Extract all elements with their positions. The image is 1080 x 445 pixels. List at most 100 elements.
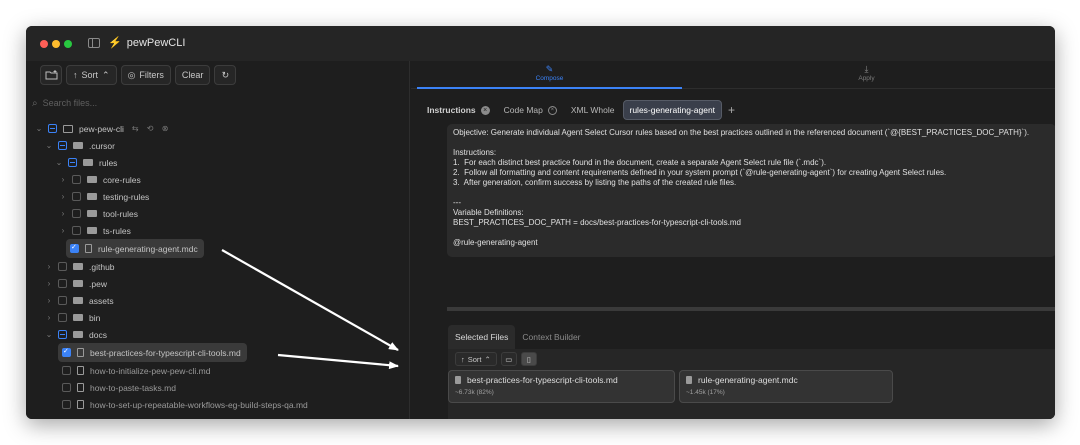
search-placeholder[interactable]: Search files... (43, 98, 98, 108)
title-bar: ⚡ pewPewCLI (26, 26, 1055, 61)
tree-item-cursor[interactable]: ⌄ .cursor (44, 137, 115, 154)
clear-button[interactable]: Clear (174, 65, 211, 85)
folder-icon (87, 176, 97, 183)
chevron-right-icon: › (61, 192, 65, 201)
folder-icon (83, 159, 93, 166)
window-title: pewPewCLI (126, 36, 186, 49)
tab-instructions[interactable]: Instructions × (421, 100, 496, 120)
editor-line: --- (453, 198, 461, 207)
tree-checkbox[interactable] (72, 175, 81, 184)
tree-checkbox[interactable] (72, 226, 81, 235)
selected-files-label: Selected Files (455, 332, 509, 342)
tree-checkbox[interactable] (48, 124, 57, 133)
folder-plus-icon (45, 70, 57, 80)
tree-item-best-practices[interactable]: best-practices-for-typescript-cli-tools.… (58, 343, 247, 362)
arrow-up-icon: ↑ (73, 70, 78, 80)
tree-checkbox[interactable] (58, 262, 67, 271)
sort-button[interactable]: ↑ Sort ⌃ (66, 65, 117, 85)
folder-icon (73, 297, 83, 304)
tree-item-how-to-initialize[interactable]: how-to-initialize-pew-pew-cli.md (58, 362, 210, 379)
selected-sort-label: Sort (467, 354, 482, 364)
close-window-button[interactable] (40, 40, 48, 48)
tree-checkbox[interactable] (62, 366, 71, 375)
tab-selected-files[interactable]: Selected Files (448, 325, 516, 349)
tree-checkbox[interactable] (58, 141, 67, 150)
compose-icon: ✎ (545, 64, 554, 74)
tree-item-rules[interactable]: ⌄ rules (54, 154, 118, 171)
chevron-down-icon: ⌄ (35, 124, 43, 133)
context-builder-label: Context Builder (522, 332, 581, 342)
editor-line: 1. For each distinct best practice found… (453, 158, 827, 167)
tree-checkbox[interactable] (62, 383, 71, 392)
close-circle-icon[interactable]: × (547, 105, 557, 115)
refresh-button[interactable]: ↻ (214, 65, 237, 85)
tree-item-bin[interactable]: › bin (44, 309, 101, 326)
open-folder-button[interactable] (40, 65, 62, 85)
tab-code-map[interactable]: Code Map × (498, 100, 563, 120)
filter-icon: ◎ (127, 69, 136, 80)
editor-line: BEST_PRACTICES_DOC_PATH = docs/best-prac… (453, 218, 742, 227)
tree-checkbox-checked[interactable] (70, 243, 79, 253)
tree-item-github[interactable]: › .github (44, 258, 115, 275)
tree-checkbox[interactable] (58, 296, 67, 305)
minimize-window-button[interactable] (52, 40, 60, 48)
selected-file-card[interactable]: rule-generating-agent.mdc ~1.45k (17%) (679, 370, 893, 403)
selection-tabs: Selected Files Context Builder (448, 325, 588, 349)
selected-sort-button[interactable]: ↑ Sort ⌃ (455, 352, 497, 366)
tree-item-label: .github (89, 261, 115, 272)
close-icon[interactable]: × (480, 105, 490, 115)
zoom-window-button[interactable] (64, 40, 72, 48)
tree-item-docs[interactable]: ⌄ docs (44, 326, 107, 343)
tree-item-assets[interactable]: › assets (44, 292, 114, 309)
tree-item-how-to-set-up[interactable]: how-to-set-up-repeatable-workflows-eg-bu… (58, 396, 308, 413)
tab-rules-generating-agent[interactable]: rules-generating-agent (622, 100, 723, 120)
updown-chevron-icon: ⌃ (484, 354, 491, 364)
tab-xml-whole[interactable]: XML Whole (565, 100, 621, 120)
sidebar-toggle-icon[interactable] (88, 38, 100, 48)
tree-item-testing-rules[interactable]: › testing-rules (58, 188, 150, 205)
tab-apply[interactable]: ⤓ Apply (734, 61, 999, 89)
tree-checkbox[interactable] (58, 313, 67, 322)
search-icon: ⌕ (32, 97, 38, 109)
tree-item-label: assets (89, 295, 114, 306)
file-view-button[interactable]: ▯ (520, 352, 537, 366)
folder-icon (87, 193, 97, 200)
chevron-right-icon: › (47, 313, 51, 322)
file-icon (455, 376, 461, 384)
tree-item-ts-rules[interactable]: › ts-rules (58, 222, 131, 239)
tree-item-rule-generating-agent[interactable]: rule-generating-agent.mdc (66, 239, 204, 258)
root-actions-icons[interactable]: ⇆ ⟲ ⊗ (132, 124, 172, 133)
tree-item-tool-rules[interactable]: › tool-rules (58, 205, 138, 222)
app-title: ⚡ pewPewCLI (108, 36, 186, 50)
tree-item-core-rules[interactable]: › core-rules (58, 171, 141, 188)
filters-button[interactable]: ◎ Filters (120, 65, 171, 85)
tree-root[interactable]: ⌄ pew-pew-cli ⇆ ⟲ ⊗ (34, 120, 171, 137)
tree-checkbox[interactable] (62, 400, 71, 409)
panel-resize-handle[interactable] (447, 307, 1055, 311)
tree-item-how-to-paste[interactable]: how-to-paste-tasks.md (58, 379, 176, 396)
selected-files-toolbar: ↑ Sort ⌃ ▭ ▯ (455, 352, 537, 366)
tree-checkbox[interactable] (72, 209, 81, 218)
tree-item-label: tool-rules (103, 208, 138, 219)
folder-icon (73, 142, 83, 149)
add-tab-icon[interactable]: + (728, 103, 735, 117)
tree-checkbox[interactable] (58, 330, 67, 339)
rules-agent-label: rules-generating-agent (629, 105, 716, 115)
chevron-down-icon: ⌄ (45, 330, 53, 339)
tree-item-pew[interactable]: › .pew (44, 275, 107, 292)
tree-checkbox[interactable] (58, 279, 67, 288)
tab-context-builder[interactable]: Context Builder (515, 325, 587, 349)
chevron-down-icon: ⌄ (45, 141, 53, 150)
search-field[interactable]: ⌕ Search files... (32, 94, 402, 112)
tab-compose[interactable]: ✎ Compose (417, 61, 682, 89)
folder-icon (73, 331, 83, 338)
tree-item-label: how-to-paste-tasks.md (90, 382, 176, 393)
selected-file-card[interactable]: best-practices-for-typescript-cli-tools.… (448, 370, 675, 403)
mode-switcher: ✎ Compose ⤓ Apply (411, 61, 1055, 89)
tree-checkbox[interactable] (72, 192, 81, 201)
tree-checkbox-checked[interactable] (62, 347, 71, 357)
folder-view-button[interactable]: ▭ (500, 352, 517, 366)
file-toolbar: ↑ Sort ⌃ ◎ Filters Clear ↻ (40, 65, 237, 85)
tree-checkbox[interactable] (68, 158, 77, 167)
instructions-editor[interactable]: Objective: Generate individual Agent Sel… (447, 124, 1055, 257)
